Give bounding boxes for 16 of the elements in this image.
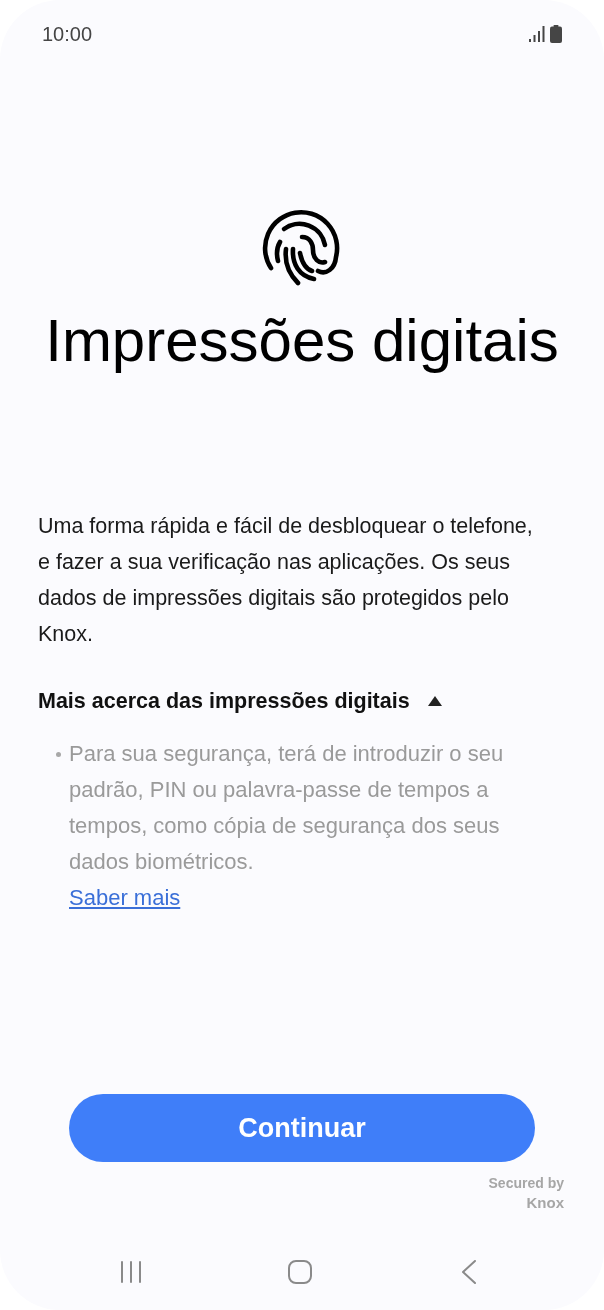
- knox-text: Knox: [526, 1193, 564, 1213]
- continue-button[interactable]: Continuar: [69, 1094, 535, 1162]
- bullet-text: Para sua segurança, terá de introduzir o seu padrão, PIN ou palavra-passe de tempos a tempos, como cópia de segurança dos seus dados biométricos.: [69, 740, 505, 876]
- bullet-icon: [56, 752, 61, 757]
- home-icon: [287, 1260, 312, 1284]
- more-info-toggle[interactable]: Mais acerca das impressões digitais: [38, 683, 442, 719]
- status-time: 10:00: [42, 22, 93, 46]
- battery-icon: [550, 25, 562, 43]
- page-title: Impressões digitais: [45, 307, 559, 375]
- back-icon: [461, 1260, 476, 1284]
- recent-apps-icon: [119, 1261, 142, 1283]
- signal-icon: [529, 26, 545, 42]
- home-button[interactable]: [285, 1259, 314, 1285]
- secured-by-text: Secured by: [488, 1174, 564, 1193]
- description-text: Uma forma rápida e fácil de desbloquear o telefone, e fazer a sua verificação nas aplicações. Os seus dados de impressões digitais são protegidos pelo Knox.: [38, 513, 534, 648]
- learn-more-link[interactable]: Saber mais: [69, 880, 181, 916]
